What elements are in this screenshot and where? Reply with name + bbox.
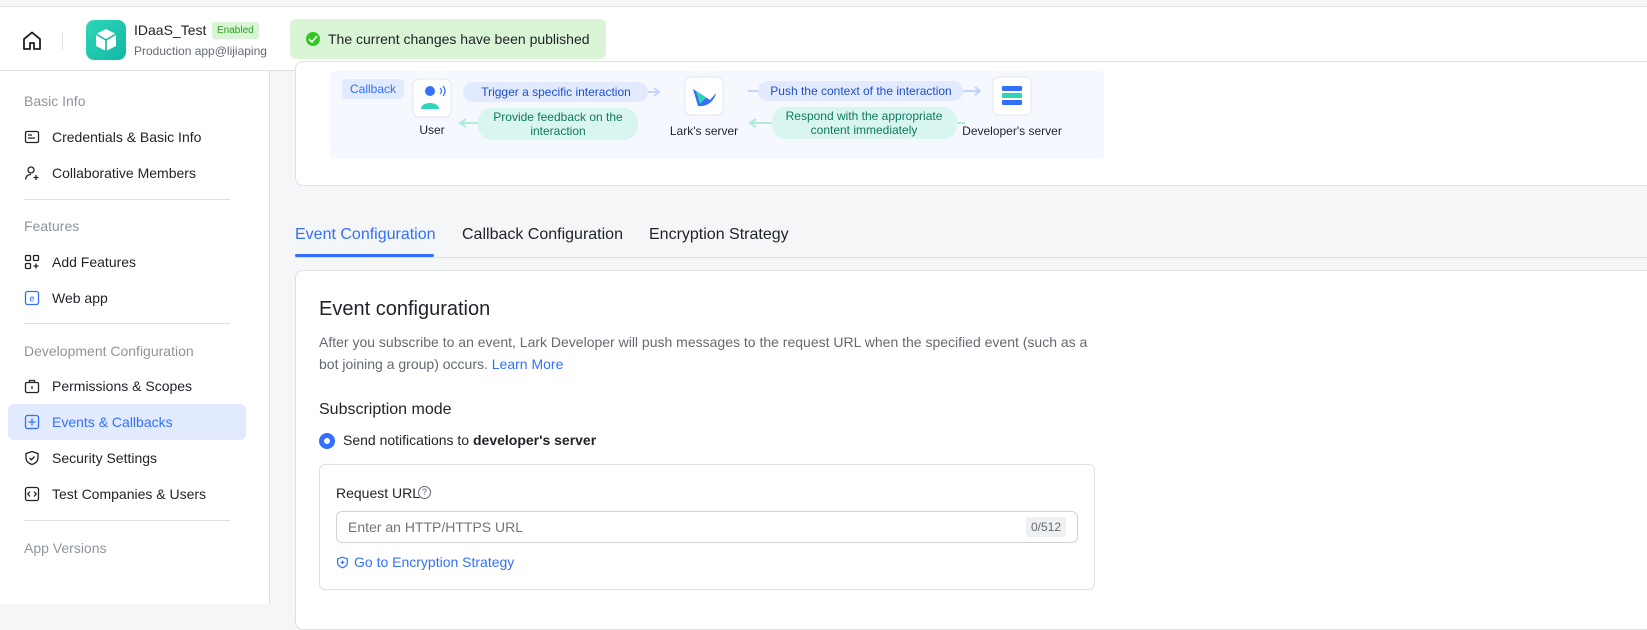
help-icon[interactable]: ?	[418, 486, 431, 499]
sidebar-item-permissions[interactable]: Permissions & Scopes	[8, 368, 246, 404]
shield-check-icon	[25, 450, 39, 466]
user-label: User	[419, 123, 444, 137]
char-count: 0/512	[1026, 517, 1067, 537]
events-icon	[24, 414, 40, 430]
tab-event-configuration[interactable]: Event Configuration	[295, 226, 436, 244]
arrow-feedback-line2: interaction	[530, 124, 585, 138]
app-logo	[86, 20, 126, 60]
divider	[24, 199, 230, 200]
server-icon	[1002, 86, 1022, 91]
briefcase-lock-icon	[24, 379, 40, 394]
sidebar-item-add-features[interactable]: Add Features	[8, 244, 246, 280]
check-circle-icon	[306, 32, 320, 46]
sidebar: Basic Info Credentials & Basic Info Coll…	[0, 71, 270, 604]
arrow-feedback-line1: Provide feedback on the	[493, 110, 623, 124]
learn-more-link[interactable]: Learn More	[492, 356, 564, 372]
sidebar-item-label: Credentials & Basic Info	[52, 129, 202, 145]
radio-label-prefix: Send notifications to	[343, 432, 473, 448]
app-subtitle: Production app@lijiaping	[134, 44, 267, 58]
home-icon[interactable]	[20, 29, 44, 53]
section-basic-info: Basic Info	[24, 93, 86, 109]
lark-server-label: Lark's server	[670, 124, 738, 138]
grid-plus-icon	[24, 254, 40, 270]
section-development-configuration: Development Configuration	[24, 343, 194, 359]
dev-server-label: Developer's server	[962, 124, 1062, 138]
tab-divider	[295, 257, 1647, 258]
tab-callback-configuration[interactable]: Callback Configuration	[462, 226, 623, 244]
sidebar-item-credentials[interactable]: Credentials & Basic Info	[8, 119, 246, 155]
radio-label[interactable]: Send notifications to developer's server	[343, 432, 596, 448]
subscription-mode-title: Subscription mode	[319, 401, 452, 418]
divider	[62, 32, 63, 50]
radio-label-bold: developer's server	[472, 432, 597, 448]
code-icon	[24, 486, 40, 502]
arrow-push-label: Push the context of the interaction	[770, 84, 951, 98]
app-name: IDaaS_Test	[134, 22, 207, 38]
description-text: After you subscribe to an event, Lark De…	[319, 334, 1088, 372]
arrow-respond-line1: Respond with the appropriate	[786, 109, 943, 123]
arrow-trigger-label: Trigger a specific interaction	[481, 85, 631, 99]
request-url-input[interactable]	[336, 511, 1078, 543]
toast-text: The current changes have been published	[328, 31, 590, 47]
divider	[24, 323, 230, 324]
svg-text:e: e	[29, 294, 34, 304]
sidebar-item-test-companies[interactable]: Test Companies & Users	[8, 476, 246, 512]
request-url-label: Request URL	[336, 485, 421, 501]
callback-flow-diagram: Callback User Trigger a specific interac…	[330, 71, 1104, 159]
developer-server-radio[interactable]	[319, 433, 335, 449]
published-toast: The current changes have been published	[290, 19, 606, 59]
sidebar-item-label: Web app	[52, 290, 108, 306]
go-to-encryption-link[interactable]: Go to Encryption Strategy	[336, 554, 514, 570]
encryption-link-text: Go to Encryption Strategy	[354, 554, 515, 570]
web-app-icon: e	[24, 290, 40, 306]
sidebar-item-label: Test Companies & Users	[52, 486, 207, 502]
section-title: Event configuration	[319, 298, 491, 320]
sidebar-item-label: Add Features	[52, 254, 137, 270]
add-member-icon	[24, 166, 39, 180]
sidebar-item-security[interactable]: Security Settings	[8, 440, 246, 476]
sidebar-item-events-callbacks[interactable]: Events & Callbacks	[8, 404, 246, 440]
sidebar-item-label: Collaborative Members	[52, 165, 196, 181]
divider	[24, 520, 230, 521]
sidebar-item-web-app[interactable]: e Web app	[8, 280, 246, 316]
sidebar-item-label: Security Settings	[52, 450, 158, 466]
section-features: Features	[24, 218, 80, 234]
section-app-versions: App Versions	[24, 540, 107, 556]
id-card-icon	[24, 130, 40, 144]
section-description: After you subscribe to an event, Lark De…	[319, 331, 1109, 375]
callback-tag: Callback	[350, 82, 397, 96]
tab-encryption-strategy[interactable]: Encryption Strategy	[649, 226, 789, 244]
user-icon	[425, 86, 435, 96]
sidebar-item-members[interactable]: Collaborative Members	[8, 155, 246, 191]
status-badge: Enabled	[212, 22, 259, 39]
shield-icon	[337, 556, 348, 569]
sidebar-item-label: Events & Callbacks	[52, 414, 173, 430]
arrow-respond-line2: content immediately	[811, 123, 918, 137]
sidebar-item-label: Permissions & Scopes	[52, 378, 193, 394]
